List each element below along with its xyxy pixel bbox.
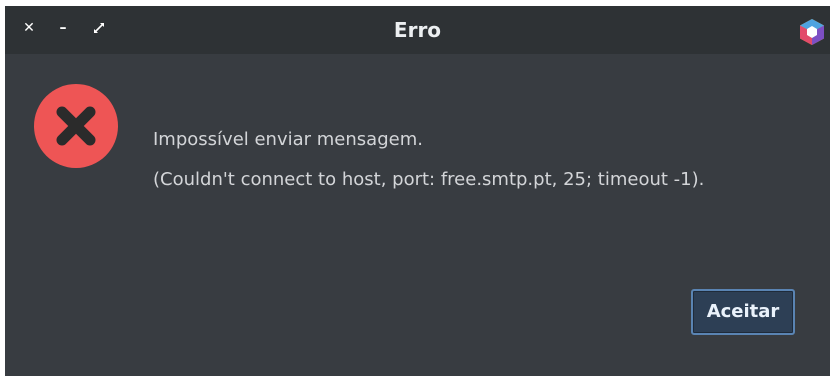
error-dialog-window: ✕ – Erro Impossível enviar mensagem. (Co…: [5, 6, 830, 376]
accept-button[interactable]: Aceitar: [691, 289, 795, 335]
app-logo-icon: [797, 17, 827, 47]
window-title: Erro: [393, 18, 442, 42]
error-icon: [34, 84, 118, 168]
error-message-detail: (Couldn't connect to host, port: free.sm…: [153, 169, 705, 190]
title-bar: ✕ – Erro: [5, 6, 830, 54]
error-message-title: Impossível enviar mensagem.: [153, 129, 423, 150]
